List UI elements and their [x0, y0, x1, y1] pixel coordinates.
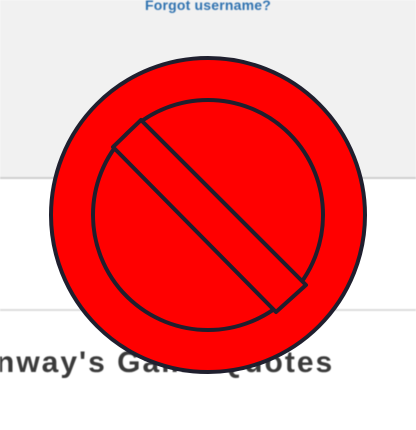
prohibition-sign-icon — [49, 56, 367, 374]
